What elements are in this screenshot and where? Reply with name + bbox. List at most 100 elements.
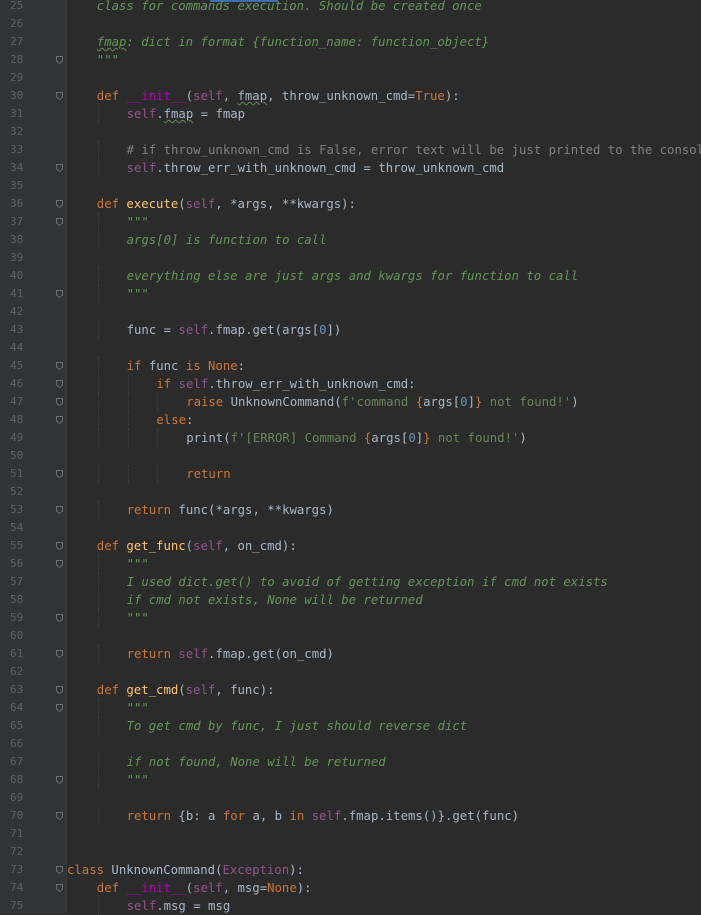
- code-line[interactable]: 34 self.throw_err_with_unknown_cmd = thro…: [0, 159, 701, 177]
- code-token: def: [96, 197, 127, 211]
- code-line[interactable]: 29: [0, 69, 701, 87]
- line-number: 47: [10, 395, 24, 408]
- code-line[interactable]: 46 if self.throw_err_with_unknown_cmd:: [0, 375, 701, 393]
- code-line[interactable]: 64 """: [0, 699, 701, 717]
- code-line[interactable]: 51 return: [0, 465, 701, 483]
- code-line[interactable]: 66: [0, 735, 701, 753]
- line-number: 75: [10, 899, 24, 912]
- fold-marker-icon[interactable]: [56, 812, 63, 820]
- code-line[interactable]: 42: [0, 303, 701, 321]
- code-line[interactable]: 41 """: [0, 285, 701, 303]
- code-token: = fmap: [193, 107, 246, 121]
- code-line[interactable]: 55 def get_func(self, on_cmd):: [0, 537, 701, 555]
- fold-marker-icon[interactable]: [56, 416, 63, 424]
- code-line[interactable]: 58 if cmd not exists, None will be return…: [0, 591, 701, 609]
- fold-marker-icon[interactable]: [56, 200, 63, 208]
- code-line[interactable]: 31 self.fmap = fmap: [0, 105, 701, 123]
- code-line[interactable]: 36 def execute(self, *args, **kwargs):: [0, 195, 701, 213]
- fold-marker-icon[interactable]: [56, 650, 63, 658]
- code-line[interactable]: 40 everything else are just args and kwar…: [0, 267, 701, 285]
- code-line[interactable]: 68 """: [0, 771, 701, 789]
- code-line[interactable]: 60: [0, 627, 701, 645]
- code-line[interactable]: 65 To get cmd by func, I just should reve…: [0, 717, 701, 735]
- fold-marker-icon[interactable]: [56, 362, 63, 370]
- code-line[interactable]: 72: [0, 843, 701, 861]
- code-token: if cmd not exists, None will be returned: [126, 593, 423, 607]
- code-token: :: [237, 359, 246, 373]
- fold-marker-icon[interactable]: [56, 686, 63, 694]
- fold-marker-icon[interactable]: [56, 164, 63, 172]
- line-number: 57: [10, 575, 24, 588]
- line-number: 48: [10, 413, 24, 426]
- code-token: def: [96, 89, 127, 103]
- fold-marker-icon[interactable]: [56, 92, 63, 100]
- code-line[interactable]: 26: [0, 15, 701, 33]
- fold-marker-icon[interactable]: [56, 398, 63, 406]
- fold-marker-icon[interactable]: [56, 380, 63, 388]
- fold-marker-icon[interactable]: [56, 506, 63, 514]
- code-line[interactable]: 57 I used dict.get() to avoid of getting …: [0, 573, 701, 591]
- code-line[interactable]: 75 self.msg = msg: [0, 897, 701, 915]
- indent-guide: [97, 699, 99, 717]
- fold-marker-icon[interactable]: [56, 218, 63, 226]
- code-text: def __init__(self, fmap, throw_unknown_c…: [97, 87, 460, 105]
- code-line[interactable]: 38 args[0] is function to call: [0, 231, 701, 249]
- line-number: 66: [10, 737, 24, 750]
- code-line[interactable]: 30 def __init__(self, fmap, throw_unknown…: [0, 87, 701, 105]
- code-line[interactable]: 61 return self.fmap.get(on_cmd): [0, 645, 701, 663]
- fold-marker-icon[interactable]: [56, 884, 63, 892]
- code-line[interactable]: 37 """: [0, 213, 701, 231]
- code-text: """: [127, 609, 149, 627]
- code-line[interactable]: 39: [0, 249, 701, 267]
- code-line[interactable]: 70 return {b: a for a, b in self.fmap.ite…: [0, 807, 701, 825]
- code-line[interactable]: 53 return func(*args, **kwargs): [0, 501, 701, 519]
- code-token: 0: [408, 431, 416, 445]
- code-line[interactable]: 44: [0, 339, 701, 357]
- code-line[interactable]: 50: [0, 447, 701, 465]
- code-line[interactable]: 25 class for commands execution. Should b…: [0, 0, 701, 15]
- code-line[interactable]: 59 """: [0, 609, 701, 627]
- code-line[interactable]: 71: [0, 825, 701, 843]
- code-line[interactable]: 43 func = self.fmap.get(args[0]): [0, 321, 701, 339]
- code-line[interactable]: 73 class UnknownCommand(Exception):: [0, 861, 701, 879]
- fold-marker-icon[interactable]: [56, 704, 63, 712]
- code-line[interactable]: 45 if func is None:: [0, 357, 701, 375]
- code-line[interactable]: 47 raise UnknownCommand(f'command {args[0…: [0, 393, 701, 411]
- code-line[interactable]: 74 def __init__(self, msg=None):: [0, 879, 701, 897]
- fold-marker-icon[interactable]: [56, 542, 63, 550]
- code-token: (: [178, 683, 186, 697]
- code-editor[interactable]: 25 class for commands execution. Should b…: [0, 0, 701, 915]
- code-text: def __init__(self, msg=None):: [97, 879, 312, 897]
- code-token: return: [126, 647, 179, 661]
- code-token: self: [185, 197, 216, 211]
- code-line[interactable]: 35: [0, 177, 701, 195]
- code-line[interactable]: 54: [0, 519, 701, 537]
- code-line[interactable]: 49 print(f'[ERROR] Command {args[0]} not …: [0, 429, 701, 447]
- code-line[interactable]: 67 if not found, None will be returned: [0, 753, 701, 771]
- code-token: , func):: [215, 683, 275, 697]
- code-line[interactable]: 32: [0, 123, 701, 141]
- fold-marker-icon[interactable]: [56, 614, 63, 622]
- code-line[interactable]: 62: [0, 663, 701, 681]
- fold-marker-icon[interactable]: [56, 866, 63, 874]
- indent-guide: [97, 105, 99, 123]
- code-text: """: [127, 771, 149, 789]
- line-number: 36: [10, 197, 24, 210]
- fold-marker-icon[interactable]: [56, 290, 63, 298]
- code-line[interactable]: 56 """: [0, 555, 701, 573]
- line-number: 25: [10, 0, 24, 12]
- code-line[interactable]: 52: [0, 483, 701, 501]
- code-line[interactable]: 69: [0, 789, 701, 807]
- fold-marker-icon[interactable]: [56, 560, 63, 568]
- code-line[interactable]: 27 fmap: dict in format {function_name: f…: [0, 33, 701, 51]
- fold-marker-icon[interactable]: [56, 776, 63, 784]
- code-token: .fmap.get(args[: [208, 323, 320, 337]
- code-line[interactable]: 33 # if throw_unknown_cmd is False, error…: [0, 141, 701, 159]
- code-token: is None: [185, 359, 238, 373]
- fold-marker-icon[interactable]: [56, 56, 63, 64]
- code-line[interactable]: 48 else:: [0, 411, 701, 429]
- fold-marker-icon[interactable]: [56, 470, 63, 478]
- indent-guide: [97, 411, 99, 429]
- code-line[interactable]: 28 """: [0, 51, 701, 69]
- code-line[interactable]: 63 def get_cmd(self, func):: [0, 681, 701, 699]
